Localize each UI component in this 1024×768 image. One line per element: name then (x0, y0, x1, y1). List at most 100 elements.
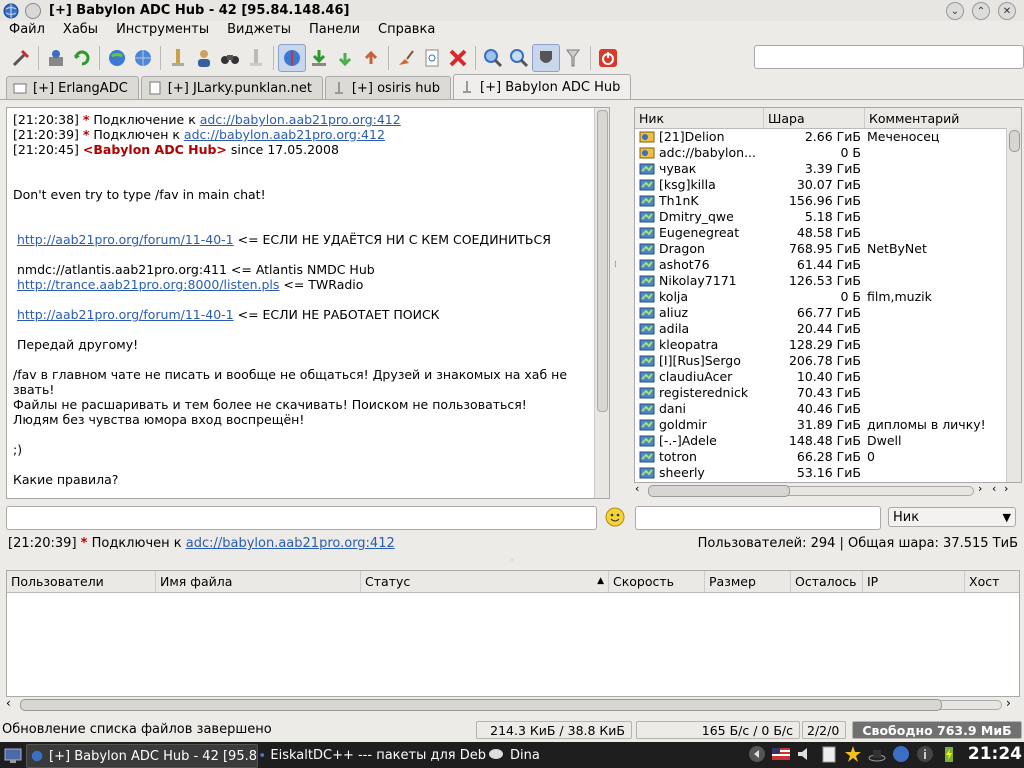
transfers-view[interactable]: Пользователи Имя файла Статус ▲ Скорость … (6, 570, 1020, 697)
menu-panels[interactable]: Панели (300, 21, 369, 41)
transfers-hscrollbar[interactable]: ‹ › (6, 696, 1018, 713)
column-comment[interactable]: Комментарий (865, 108, 1013, 128)
user-row[interactable]: registerednick 70.43 ГиБ (635, 385, 1021, 401)
column-share[interactable]: Шара (764, 108, 865, 128)
hat-icon[interactable] (868, 745, 886, 763)
transfers-hscroll-thumb[interactable] (20, 699, 942, 711)
close-button[interactable]: ✕ (998, 2, 1016, 20)
menu-tools[interactable]: Инструменты (107, 21, 218, 41)
scroll-left-arrow-icon[interactable]: ‹ (6, 696, 11, 710)
user-row[interactable]: Dmitry_qwe 5.18 ГиБ (635, 209, 1021, 225)
user-row[interactable]: [ksg]killa 30.07 ГиБ (635, 177, 1021, 193)
scroll-left-arrow-icon[interactable]: ‹ (992, 482, 996, 495)
user-row[interactable]: sheerly 53.16 ГиБ (635, 465, 1021, 481)
reconnect-icon[interactable] (69, 45, 95, 71)
favorite-users-icon[interactable] (191, 45, 217, 71)
download-icon[interactable] (306, 45, 332, 71)
battery-icon[interactable] (940, 745, 958, 763)
quit-power-icon[interactable] (595, 45, 621, 71)
scroll-right-arrow-icon[interactable]: › (1004, 482, 1008, 495)
delete-icon[interactable] (445, 45, 471, 71)
user-row[interactable]: Eugenegreat 48.58 ГиБ (635, 225, 1021, 241)
tab-osiris-hub[interactable]: [+] osiris hub (324, 76, 452, 99)
user-row[interactable]: dani 40.46 ГиБ (635, 401, 1021, 417)
clipboard-icon[interactable] (820, 745, 838, 763)
file-list-icon[interactable] (419, 45, 445, 71)
user-row[interactable]: Dragon 768.95 ГиБ NetByNet (635, 241, 1021, 257)
public-hubs-icon[interactable] (104, 45, 130, 71)
user-list-scrollbar[interactable] (1006, 128, 1021, 482)
column-host[interactable]: Хост (965, 571, 1019, 592)
menu-widgets[interactable]: Виджеты (218, 21, 300, 41)
taskbar-task-babylon[interactable]: [+] Babylon ADC Hub - 42 [95.8 (26, 744, 258, 768)
chat-scroll-thumb[interactable] (597, 110, 608, 412)
user-list-hscroll-thumb[interactable] (648, 485, 790, 497)
user-row[interactable]: goldmir 31.89 ГиБ дипломы в личку! (635, 417, 1021, 433)
app-globe-icon[interactable] (3, 3, 19, 19)
splitter-handle[interactable]: ⁞ (614, 260, 622, 274)
radio-link[interactable]: http://trance.aab21pro.org:8000/listen.p… (17, 277, 279, 292)
tab-babylon-adc-hub[interactable]: [+] Babylon ADC Hub (453, 74, 632, 99)
user-row[interactable]: ashot76 61.44 ГиБ (635, 257, 1021, 273)
show-desktop-icon[interactable] (4, 746, 22, 764)
column-speed[interactable]: Скорость (609, 571, 705, 592)
adl-search-icon[interactable] (506, 45, 532, 71)
hub-link[interactable]: adc://babylon.aab21pro.org:412 (186, 536, 395, 551)
user-list-scroll-thumb[interactable] (1009, 130, 1020, 152)
column-nick[interactable]: Ник (635, 108, 764, 128)
taskbar-task-dina[interactable]: Dina (484, 744, 568, 766)
settings-tools-icon[interactable] (8, 45, 34, 71)
user-row[interactable]: adila 20.44 ГиБ (635, 321, 1021, 337)
user-row[interactable]: [I][Rus]Sergo 206.78 ГиБ (635, 353, 1021, 369)
tab-erlangadc[interactable]: [+] ErlangADC (6, 76, 139, 99)
chat-log[interactable]: [21:20:38] * Подключение к adc://babylon… (6, 107, 610, 499)
user-row[interactable]: claudiuAcer 10.40 ГиБ (635, 369, 1021, 385)
taskbar-task-eiskalt[interactable]: EiskaltDC++ --- пакеты для Deb (256, 744, 486, 766)
toolbar-search-input[interactable] (754, 45, 1024, 69)
user-row[interactable]: Th1nK 156.96 ГиБ (635, 193, 1021, 209)
search-binoculars-icon[interactable] (217, 45, 243, 71)
user-row[interactable]: Nikolay7171 126.53 ГиБ (635, 273, 1021, 289)
hub-network-icon[interactable] (278, 44, 306, 72)
smiley-icon[interactable] (605, 507, 625, 527)
menu-file[interactable]: Файл (0, 21, 54, 41)
hub-link[interactable]: adc://babylon.aab21pro.org:412 (200, 112, 401, 127)
download-queue-icon[interactable] (165, 45, 191, 71)
maximize-button[interactable]: ⌃ (972, 2, 990, 20)
forum-link[interactable]: http://aab21pro.org/forum/11-40-1 (17, 307, 234, 322)
prev-arrow-icon[interactable] (748, 745, 766, 763)
finished-downloads-icon[interactable] (332, 45, 358, 71)
filter-icon[interactable] (560, 45, 586, 71)
column-status[interactable]: Статус ▲ (361, 571, 609, 592)
favorite-hubs-icon[interactable] (130, 45, 156, 71)
chat-nick[interactable]: <Babylon ADC Hub> (83, 142, 227, 157)
chat-input[interactable] (6, 506, 597, 530)
menu-hubs[interactable]: Хабы (54, 21, 107, 41)
chat-scrollbar[interactable] (594, 108, 609, 498)
volume-icon[interactable] (796, 745, 814, 763)
user-row[interactable]: kolja 0 Б film,muzik (635, 289, 1021, 305)
star-icon[interactable] (844, 745, 862, 763)
user-row[interactable]: totron 66.28 ГиБ 0 (635, 449, 1021, 465)
user-row[interactable]: adc://babylon... 0 Б (635, 145, 1021, 161)
user-row[interactable]: aliuz 66.77 ГиБ (635, 305, 1021, 321)
connect-icon[interactable] (43, 45, 69, 71)
network-globe-icon[interactable] (892, 745, 910, 763)
user-list-hscrollbar[interactable]: ‹ › ‹ › (634, 482, 1020, 498)
user-filter-input[interactable] (635, 506, 881, 530)
window-menu-button[interactable] (25, 2, 41, 19)
pane-divider[interactable]: · (0, 557, 1024, 566)
tab-jlarky[interactable]: [+] JLarky.punklan.net (140, 76, 323, 99)
us-flag-icon[interactable] (772, 745, 790, 763)
forum-link[interactable]: http://aab21pro.org/forum/11-40-1 (17, 232, 234, 247)
user-list[interactable]: Ник Шара Комментарий [21]Delion 2.66 ГиБ М… (634, 107, 1022, 483)
clean-icon[interactable] (393, 45, 419, 71)
info-icon[interactable] (916, 745, 934, 763)
filter-column-select[interactable]: Ник ▼ (888, 507, 1016, 527)
user-row[interactable]: [-.-]Adele 148.48 ГиБ Dwell (635, 433, 1021, 449)
finished-uploads-icon[interactable] (358, 45, 384, 71)
scroll-right-arrow-icon[interactable]: › (1006, 696, 1011, 710)
scroll-right-arrow-icon[interactable]: › (978, 482, 982, 495)
menu-help[interactable]: Справка (369, 21, 444, 41)
user-row[interactable]: kleopatra 128.29 ГиБ (635, 337, 1021, 353)
